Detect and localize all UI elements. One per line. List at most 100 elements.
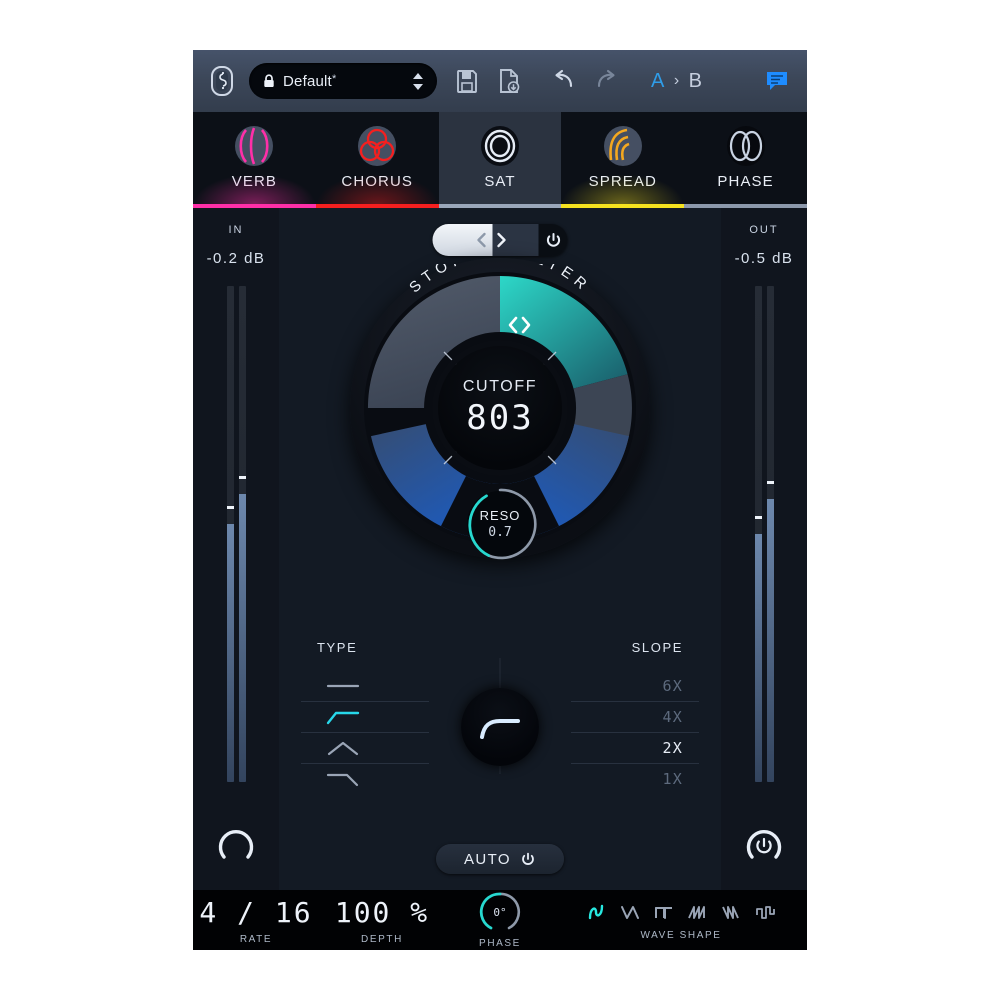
lfo-phase[interactable]: 0° PHASE [445, 890, 555, 950]
next-module-button[interactable] [492, 224, 539, 256]
ab-slot-a[interactable]: A [651, 70, 665, 93]
sat-icon [471, 120, 529, 172]
save-as-file-icon[interactable] [497, 68, 521, 94]
input-meter-channel-l [226, 286, 234, 782]
type-slope-section: TYPE SLOPE 6X 4X 2X 1X [279, 640, 721, 812]
slope-option-6x[interactable]: 6X [571, 670, 699, 701]
type-label: TYPE [317, 640, 358, 655]
tab-phase[interactable]: PHASE [684, 112, 807, 208]
triangle-wave-icon[interactable] [617, 899, 643, 925]
type-option-highpass[interactable] [301, 763, 429, 794]
input-gain-knob[interactable] [214, 824, 258, 868]
slope-option-4x[interactable]: 4X [571, 701, 699, 732]
storch-logo-icon[interactable] [209, 64, 235, 98]
input-meter-channel-r [238, 286, 246, 782]
filter-module-panel: STORCH FILTER CUTOFF 803 [279, 208, 721, 890]
sine-wave-icon[interactable] [583, 899, 609, 925]
cutoff-readout[interactable]: CUTOFF 803 [438, 346, 562, 470]
output-power-knob[interactable] [742, 824, 786, 868]
random-step-icon[interactable] [753, 899, 779, 925]
reso-label: RESO [479, 508, 521, 523]
saw-up-wave-icon[interactable] [685, 899, 711, 925]
tab-label: SPREAD [588, 173, 657, 190]
chat-bubble-icon[interactable] [765, 70, 789, 92]
lfo-phase-label: PHASE [479, 938, 521, 949]
tab-chorus[interactable]: CHORUS [315, 112, 439, 208]
redo-arrow-icon[interactable] [593, 68, 617, 94]
power-icon [522, 852, 534, 865]
bandpass-curve-icon [327, 741, 359, 755]
tab-spread[interactable]: SPREAD [561, 112, 685, 208]
caret-up-icon[interactable] [413, 72, 423, 79]
type-options [301, 670, 429, 796]
tab-label: VERB [231, 173, 278, 190]
lfo-wave-label: WAVE SHAPE [640, 930, 722, 941]
tab-sat[interactable]: SAT [438, 112, 562, 208]
type-option-flat[interactable] [301, 670, 429, 701]
preset-name: Default* [283, 73, 413, 90]
auto-button[interactable]: AUTO [436, 844, 564, 874]
lfo-depth[interactable]: 100 % DEPTH [319, 890, 445, 950]
power-icon [756, 837, 772, 854]
floppy-save-icon[interactable] [455, 68, 479, 94]
auto-label: AUTO [464, 850, 511, 868]
output-meter-title: OUT [749, 224, 779, 236]
input-meter-panel: IN -0.2 dB [193, 208, 280, 890]
preset-stepper[interactable] [413, 72, 423, 90]
lowpass-curve-icon [480, 719, 520, 739]
slope-options: 6X 4X 2X 1X [571, 670, 699, 796]
tab-label: PHASE [717, 173, 774, 190]
lfo-wave-shape: WAVE SHAPE [555, 890, 807, 950]
preset-name-text: Default [283, 72, 332, 90]
square-wave-icon[interactable] [651, 899, 677, 925]
spread-icon [594, 120, 652, 172]
reso-knob[interactable]: RESO 0.7 [460, 484, 540, 564]
saw-down-wave-icon[interactable] [719, 899, 745, 925]
morph-knob[interactable] [461, 688, 539, 766]
tab-label: SAT [484, 173, 516, 190]
chevron-left-icon [477, 232, 486, 248]
ab-separator-icon: › [673, 72, 680, 89]
preset-selector[interactable]: Default* [249, 63, 437, 99]
tab-verb[interactable]: VERB [193, 112, 316, 208]
ab-compare[interactable]: A › B [651, 70, 703, 93]
input-meter-bars [225, 286, 247, 782]
lfo-rate-label: RATE [239, 933, 273, 945]
lfo-bar: 4 / 16 RATE 100 % DEPTH 0° PHASE WAVE SH… [193, 890, 807, 950]
cutoff-value: 803 [466, 398, 534, 438]
slope-option-1x[interactable]: 1X [571, 763, 699, 794]
slope-label: SLOPE [631, 640, 683, 655]
highpass-curve-icon [326, 773, 359, 786]
plugin-window: Default* A › B VERB CHORUS SAT SPREAD PH… [193, 50, 807, 950]
lfo-phase-knob[interactable]: 0° [479, 891, 521, 933]
ab-slot-b[interactable]: B [689, 70, 703, 93]
lock-icon[interactable] [263, 74, 275, 88]
lfo-rate-value: 4 / 16 [199, 895, 313, 929]
lowpass-curve-icon [326, 711, 360, 724]
output-meter-value: -0.5 dB [734, 250, 794, 267]
toolbar: Default* A › B [193, 50, 807, 112]
module-power-button[interactable] [538, 224, 568, 256]
output-meter-panel: OUT -0.5 dB [720, 208, 807, 890]
prev-module-button[interactable] [432, 224, 493, 256]
cutoff-dial[interactable]: STORCH FILTER CUTOFF 803 [350, 244, 650, 560]
input-meter-title: IN [228, 224, 244, 236]
wave-shape-options [583, 899, 779, 925]
lfo-depth-label: DEPTH [361, 933, 403, 945]
cutoff-label: CUTOFF [462, 378, 538, 395]
lfo-depth-value: 100 % [334, 895, 430, 929]
slope-option-2x[interactable]: 2X [571, 732, 699, 763]
main-body: IN -0.2 dB OUT -0.5 dB STO TER CUTOFF 80… [193, 208, 807, 890]
lfo-rate[interactable]: 4 / 16 RATE [193, 890, 319, 950]
output-meter-channel-r [766, 286, 774, 782]
type-slope-headers: TYPE SLOPE [279, 640, 721, 655]
type-option-lowpass[interactable] [301, 701, 429, 732]
reso-value: 0.7 [488, 525, 512, 540]
caret-down-icon[interactable] [413, 83, 423, 90]
input-meter-value: -0.2 dB [206, 250, 266, 267]
verb-icon [225, 120, 283, 172]
drag-handle-icon[interactable] [505, 314, 535, 341]
tab-label: CHORUS [341, 173, 413, 190]
type-option-bandpass[interactable] [301, 732, 429, 763]
undo-arrow-icon[interactable] [551, 68, 575, 94]
